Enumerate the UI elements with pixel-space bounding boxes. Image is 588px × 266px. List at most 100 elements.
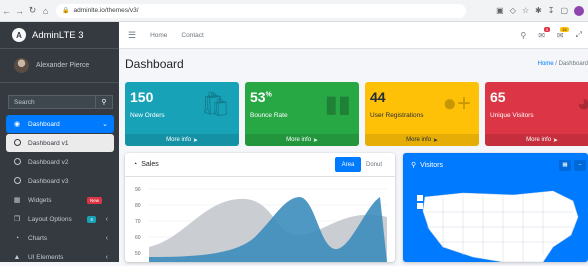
sales-area-chart: 90 80 70 60 50 (125, 177, 395, 262)
bookmark-star-icon[interactable]: ☆ (522, 6, 529, 15)
pie-chart-icon: ◔ (12, 235, 22, 242)
sidebar-item-ui-elements[interactable]: ▲ UI Elements ‹ (6, 248, 114, 266)
calendar-icon[interactable]: ▦ (559, 160, 571, 171)
nav-link-home[interactable]: Home (150, 32, 167, 39)
page-title: Dashboard (125, 57, 184, 71)
sidebar-item-widgets[interactable]: ▦ Widgets New (6, 191, 114, 209)
breadcrumb: Home / Dashboard (538, 61, 588, 67)
sidebar-item-dashboard[interactable]: ◉ Dashboard ⌄ (6, 115, 114, 133)
collapse-icon[interactable]: − (574, 160, 586, 171)
y-tick: 70 (135, 219, 141, 225)
back-icon[interactable]: ← (0, 4, 13, 18)
y-tick: 80 (135, 203, 141, 209)
tree-icon: ▲ (12, 254, 22, 261)
messages-icon[interactable]: ✉3 (538, 31, 545, 40)
window-icon[interactable]: ▢ (560, 6, 568, 15)
download-icon[interactable]: ↧ (548, 6, 555, 15)
stat-box-unique-visitors: 65 Unique Visitors ◕ More info ➤ (485, 82, 588, 146)
menu-toggle-icon[interactable]: ☰ (128, 30, 136, 41)
card-header: ⚲ Visitors ▦ − (403, 153, 588, 177)
reload-icon[interactable]: ↻ (26, 4, 39, 18)
count-badge: 6 (87, 216, 96, 223)
messages-badge: 3 (544, 27, 550, 32)
chevron-left-icon: ‹ (106, 235, 108, 242)
pie-chart-icon: ◕ (577, 90, 588, 118)
user-plus-icon: ●+ (442, 90, 471, 118)
user-name[interactable]: Alexander Pierce (36, 62, 89, 69)
sidebar-item-label: Charts (28, 235, 47, 242)
tab-donut[interactable]: Donut (361, 157, 387, 172)
tab-area[interactable]: Area (335, 157, 361, 172)
stat-label: New Orders (130, 112, 165, 119)
fullscreen-icon[interactable]: ⤢ (576, 30, 582, 40)
bar-chart-icon: ▮▮ (325, 90, 351, 119)
sidebar-item-layout-options[interactable]: ❐ Layout Options 6 ‹ (6, 210, 114, 228)
sidebar-item-label: UI Elements (28, 254, 63, 261)
search-icon[interactable]: ⚲ (95, 95, 113, 109)
pie-chart-icon: ◔ (133, 161, 137, 168)
more-info-link[interactable]: More info ➤ (365, 134, 479, 146)
stat-value: 44 (370, 89, 386, 105)
map-marker-icon: ⚲ (411, 161, 416, 169)
y-tick: 50 (135, 251, 141, 257)
profile-avatar[interactable] (574, 6, 584, 16)
chevron-down-icon: ⌄ (102, 120, 108, 128)
y-tick: 60 (135, 235, 141, 241)
navbar-icons: ⚲ ✉3 ✉15 ⤢ (520, 30, 582, 40)
sidebar-item-label: Dashboard (28, 121, 60, 128)
new-badge: New (87, 197, 102, 204)
sidebar-search-input[interactable]: Search (8, 95, 95, 109)
zoom-in-button[interactable] (417, 195, 423, 201)
sidebar: A AdminLTE 3 Alexander Pierce Search ⚲ ◉… (0, 22, 119, 262)
sales-card: ◔ Sales Area Donut 90 80 70 60 50 (125, 153, 395, 262)
extension-icon[interactable]: ◇ (510, 6, 516, 15)
screenshot-icon[interactable]: ▣ (496, 6, 504, 15)
zoom-out-button[interactable] (417, 203, 423, 209)
stat-box-bounce-rate: 53% Bounce Rate ▮▮ More info ➤ (245, 82, 359, 146)
chart-tabs: Area Donut (335, 157, 387, 172)
brand-link[interactable]: A AdminLTE 3 (0, 22, 119, 49)
map-shape[interactable] (423, 191, 578, 262)
sidebar-item-charts[interactable]: ◔ Charts ‹ (6, 229, 114, 247)
brand-text: AdminLTE 3 (32, 30, 84, 41)
sidebar-item-label: Dashboard v3 (28, 178, 68, 185)
stat-box-user-registrations: 44 User Registrations ●+ More info ➤ (365, 82, 479, 146)
stat-label: Bounce Rate (250, 112, 288, 119)
notifications-icon[interactable]: ✉15 (557, 31, 564, 40)
stat-value: 53% (250, 89, 272, 105)
visitors-card: ⚲ Visitors ▦ − (403, 153, 588, 262)
sidebar-item-dashboard-v1[interactable]: Dashboard v1 (6, 134, 114, 152)
address-bar[interactable]: 🔒 adminlte.io/themes/v3/ (56, 4, 466, 18)
browser-toolbar: ← → ↻ ⌂ 🔒 adminlte.io/themes/v3/ ▣ ◇ ☆ ✱… (0, 0, 588, 22)
puzzle-icon[interactable]: ✱ (535, 6, 542, 15)
user-avatar (14, 58, 29, 73)
top-navbar: ☰ Home Contact ⚲ ✉3 ✉15 ⤢ (119, 22, 588, 49)
sidebar-search: Search ⚲ (8, 95, 113, 109)
nav-link-contact[interactable]: Contact (181, 32, 203, 39)
card-header: ◔ Sales Area Donut (125, 153, 395, 177)
circle-icon (12, 158, 22, 167)
sidebar-item-dashboard-v2[interactable]: Dashboard v2 (6, 153, 114, 171)
forward-icon[interactable]: → (13, 4, 26, 18)
chevron-left-icon: ‹ (106, 254, 108, 261)
sidebar-item-dashboard-v3[interactable]: Dashboard v3 (6, 172, 114, 190)
more-info-link[interactable]: More info ➤ (245, 134, 359, 146)
home-icon[interactable]: ⌂ (39, 4, 52, 18)
card-tools: ▦ − (559, 160, 586, 171)
more-info-link[interactable]: More info ➤ (125, 134, 239, 146)
breadcrumb-home[interactable]: Home (538, 61, 554, 67)
circle-icon (12, 177, 22, 186)
more-info-link[interactable]: More info ➤ (485, 134, 588, 146)
card-title: Sales (141, 161, 159, 168)
stat-label: User Registrations (370, 112, 423, 119)
sidebar-item-label: Dashboard v1 (28, 140, 68, 147)
search-icon[interactable]: ⚲ (520, 31, 526, 40)
card-title: Visitors (420, 162, 443, 169)
dashboard-icon: ◉ (12, 120, 22, 128)
user-panel[interactable]: Alexander Pierce (0, 49, 119, 83)
lock-icon: 🔒 (62, 7, 69, 14)
sidebar-item-label: Widgets (28, 197, 51, 204)
adminlte-logo-icon: A (12, 28, 26, 42)
url-text: adminlte.io/themes/v3/ (73, 7, 138, 14)
stat-box-new-orders: 150 New Orders 🛍 More info ➤ (125, 82, 239, 146)
